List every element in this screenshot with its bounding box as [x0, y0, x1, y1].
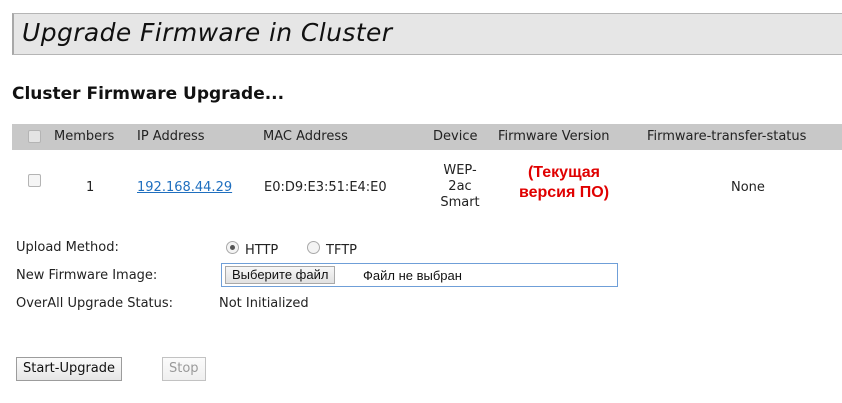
- column-header-members: Members: [54, 129, 115, 144]
- column-header-mac-address: MAC Address: [263, 129, 348, 144]
- choose-file-button[interactable]: Выберите файл: [225, 266, 336, 284]
- device-line: WEP-: [443, 163, 477, 178]
- device-line: 2ac: [448, 179, 472, 194]
- members-table-header: Members IP Address MAC Address Device Fi…: [12, 124, 842, 150]
- section-heading: Cluster Firmware Upgrade...: [12, 84, 285, 104]
- column-header-device: Device: [433, 129, 478, 144]
- row-select-checkbox[interactable]: [28, 174, 41, 187]
- ip-address-link[interactable]: 192.168.44.29: [137, 180, 232, 195]
- device-model: WEP- 2ac Smart: [432, 163, 488, 211]
- radio-selected-dot: [230, 245, 235, 250]
- start-upgrade-button[interactable]: Start-Upgrade: [16, 357, 123, 381]
- column-header-firmware-version: Firmware Version: [498, 129, 610, 144]
- tftp-radio-label[interactable]: TFTP: [326, 243, 357, 258]
- upload-method-label: Upload Method:: [16, 240, 119, 255]
- column-header-transfer-status: Firmware-transfer-status: [647, 129, 807, 144]
- http-radio[interactable]: [226, 241, 239, 254]
- tftp-radio[interactable]: [307, 241, 320, 254]
- http-radio-label[interactable]: HTTP: [245, 243, 278, 258]
- overall-status-value: Not Initialized: [219, 296, 309, 311]
- firmware-image-label: New Firmware Image:: [16, 268, 158, 283]
- device-line: Smart: [440, 195, 480, 210]
- select-all-checkbox[interactable]: [28, 130, 41, 143]
- mac-address: E0:D9:E3:51:E4:E0: [264, 180, 387, 195]
- column-header-ip-address: IP Address: [137, 129, 205, 144]
- transfer-status: None: [731, 180, 765, 195]
- firmware-file-input[interactable]: Выберите файл Файл не выбран: [221, 263, 618, 287]
- overall-status-label: OverAll Upgrade Status:: [16, 296, 174, 311]
- annotation-line: версия ПО): [518, 184, 610, 201]
- annotation-line: (Текущая: [527, 164, 601, 181]
- firmware-version-annotation: (Текущая версия ПО): [505, 163, 623, 203]
- page-title: Upgrade Firmware in Cluster: [22, 18, 393, 47]
- member-number: 1: [86, 180, 95, 195]
- stop-button[interactable]: Stop: [162, 357, 206, 381]
- file-status-text: Файл не выбран: [363, 268, 462, 283]
